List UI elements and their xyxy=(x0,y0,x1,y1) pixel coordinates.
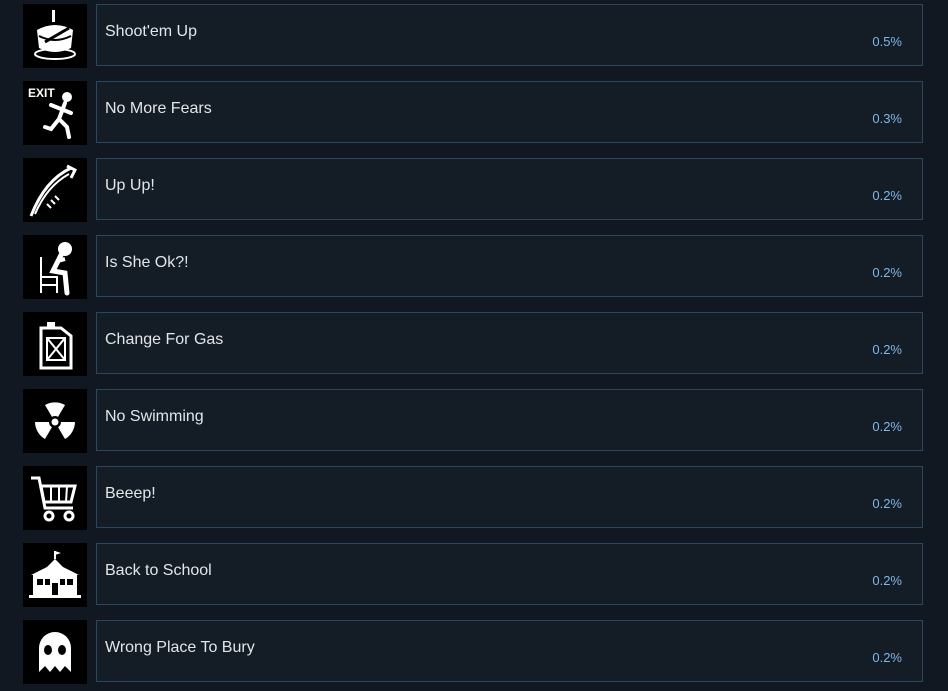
achievement-row: Up Up! 0.2% xyxy=(0,154,948,222)
school-building-icon-graphic xyxy=(29,551,81,598)
achievement-percent: 0.5% xyxy=(872,34,902,49)
achievement-row: Beeep! 0.2% xyxy=(0,462,948,530)
achievement-row: EXIT No More Fears 0.3% xyxy=(0,77,948,145)
exit-sign-text: EXIT xyxy=(28,86,55,100)
achievement-title: Change For Gas xyxy=(105,331,224,348)
achievement-card[interactable]: Change For Gas 0.2% xyxy=(96,312,923,374)
achievement-title: Back to School xyxy=(105,562,212,579)
achievement-card[interactable]: No More Fears 0.3% xyxy=(96,81,923,143)
exit-runner-icon-graphic: EXIT xyxy=(28,86,73,139)
achievement-title: Beeep! xyxy=(105,485,156,502)
achievement-card[interactable]: Is She Ok?! 0.2% xyxy=(96,235,923,297)
achievement-percent: 0.2% xyxy=(872,342,902,357)
achievement-card[interactable]: Wrong Place To Bury 0.2% xyxy=(96,620,923,682)
achievement-title: Wrong Place To Bury xyxy=(105,639,255,656)
jump-arc-icon[interactable] xyxy=(23,158,87,222)
school-building-icon[interactable] xyxy=(23,543,87,607)
achievement-row: Change For Gas 0.2% xyxy=(0,308,948,376)
achievement-title: Up Up! xyxy=(105,177,155,194)
ghost-icon-graphic xyxy=(39,632,71,672)
achievement-row: Is She Ok?! 0.2% xyxy=(0,231,948,299)
ghost-icon[interactable] xyxy=(23,620,87,684)
shopping-cart-icon[interactable] xyxy=(23,466,87,530)
sitting-person-icon-graphic xyxy=(40,242,72,296)
achievement-list: Shoot'em Up 0.5% EXIT No More Fears 0.3% xyxy=(0,0,948,691)
achievement-percent: 0.2% xyxy=(872,650,902,665)
exit-runner-icon[interactable]: EXIT xyxy=(23,81,87,145)
achievement-card[interactable]: No Swimming 0.2% xyxy=(96,389,923,451)
achievement-percent: 0.2% xyxy=(872,265,902,280)
achievement-title: Shoot'em Up xyxy=(105,23,197,40)
achievement-percent: 0.2% xyxy=(872,188,902,203)
achievement-row: Back to School 0.2% xyxy=(0,539,948,607)
achievement-percent: 0.2% xyxy=(872,496,902,511)
achievement-title: Is She Ok?! xyxy=(105,254,189,271)
achievement-card[interactable]: Up Up! 0.2% xyxy=(96,158,923,220)
radiation-icon[interactable] xyxy=(23,389,87,453)
achievement-title: No More Fears xyxy=(105,100,212,117)
sitting-person-icon[interactable] xyxy=(23,235,87,299)
achievement-percent: 0.2% xyxy=(872,573,902,588)
cake-icon-graphic xyxy=(34,10,76,60)
achievement-card[interactable]: Shoot'em Up 0.5% xyxy=(96,4,923,66)
achievement-card[interactable]: Beeep! 0.2% xyxy=(96,466,923,528)
achievement-card[interactable]: Back to School 0.2% xyxy=(96,543,923,605)
radiation-icon-graphic xyxy=(35,402,75,439)
cake-icon[interactable] xyxy=(23,4,87,68)
jump-arc-icon-graphic xyxy=(29,164,78,217)
achievement-percent: 0.3% xyxy=(872,111,902,126)
achievement-title: No Swimming xyxy=(105,408,204,425)
achievement-row: Shoot'em Up 0.5% xyxy=(0,0,948,68)
achievement-row: No Swimming 0.2% xyxy=(0,385,948,453)
achievement-row: Wrong Place To Bury 0.2% xyxy=(0,616,948,684)
gas-can-icon[interactable] xyxy=(23,312,87,376)
achievement-percent: 0.2% xyxy=(872,419,902,434)
shopping-cart-icon-graphic xyxy=(31,476,77,522)
gas-can-icon-graphic xyxy=(39,322,73,370)
